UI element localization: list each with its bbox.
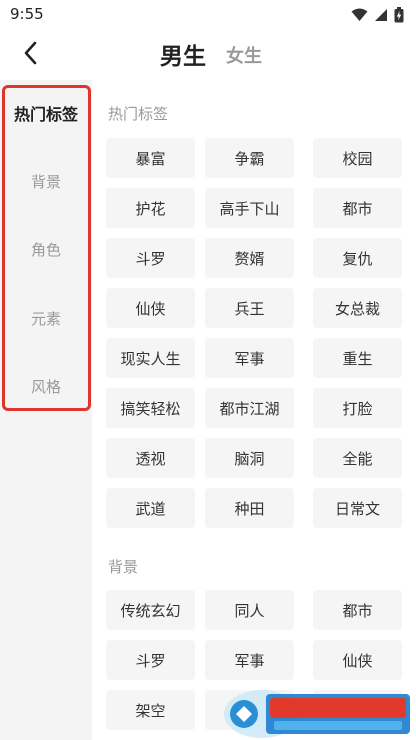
tag-chip[interactable]: 打脸 <box>313 388 402 428</box>
tag-chip[interactable]: 透视 <box>106 438 195 478</box>
tag-chip[interactable]: 斗罗 <box>106 640 195 680</box>
tag-chip[interactable]: 全能 <box>313 438 402 478</box>
tag-chip[interactable]: 搞笑轻松 <box>106 388 195 428</box>
sidebar: 热门标签 背景 角色 元素 风格 <box>0 80 92 740</box>
tag-chip[interactable]: 争霸 <box>205 138 294 178</box>
back-button[interactable] <box>16 38 46 68</box>
tag-chip[interactable]: 赘婿 <box>205 238 294 278</box>
tag-chip[interactable]: 传统玄幻 <box>106 590 195 630</box>
tag-chip[interactable]: 军事 <box>205 640 294 680</box>
tag-content: 热门标签 暴富 争霸 校园 护花 高手下山 都市 斗罗 赘婿 复仇 仙侠 兵王 女总裁 现实人生 军事 重生… <box>92 80 416 740</box>
sidebar-item-background[interactable]: 背景 <box>0 171 92 192</box>
tag-chip[interactable]: 护花 <box>106 188 195 228</box>
tag-chip[interactable]: 斗罗 <box>106 238 195 278</box>
section-title-background: 背景 <box>108 558 139 576</box>
tag-chip[interactable]: 校园 <box>313 138 402 178</box>
tag-chip[interactable]: 仙侠 <box>106 288 195 328</box>
tab-female[interactable]: 女生 <box>226 42 262 68</box>
tag-chip[interactable]: 都市 <box>313 590 402 630</box>
tag-chip[interactable]: 现实人生 <box>106 338 195 378</box>
tag-chip[interactable]: 女总裁 <box>313 288 402 328</box>
header: 男生 女生 <box>0 30 416 76</box>
wifi-icon <box>351 8 368 21</box>
tag-chip[interactable]: 暴富 <box>106 138 195 178</box>
tag-chip[interactable]: 同人 <box>205 590 294 630</box>
tag-chip[interactable] <box>205 690 294 730</box>
tag-chip[interactable]: 脑洞 <box>205 438 294 478</box>
tag-chip[interactable]: 兵王 <box>205 288 294 328</box>
tag-chip[interactable]: 军事 <box>205 338 294 378</box>
tag-chip[interactable]: 复仇 <box>313 238 402 278</box>
tag-chip[interactable]: 武道 <box>106 488 195 528</box>
status-time: 9:55 <box>10 5 44 23</box>
tag-chip[interactable]: 都市江湖 <box>205 388 294 428</box>
tag-chip[interactable]: 高手下山 <box>205 188 294 228</box>
section-title-hot-tags: 热门标签 <box>108 105 169 123</box>
sidebar-item-style[interactable]: 风格 <box>0 376 92 397</box>
tag-chip[interactable]: 都市 <box>313 188 402 228</box>
signal-icon <box>375 9 387 21</box>
sidebar-item-element[interactable]: 元素 <box>0 308 92 329</box>
tag-chip[interactable]: 重生 <box>313 338 402 378</box>
tag-chip[interactable]: 种田 <box>205 488 294 528</box>
sidebar-item-hot-tags[interactable]: 热门标签 <box>0 101 92 125</box>
sidebar-item-character[interactable]: 角色 <box>0 239 92 260</box>
tag-chip[interactable] <box>313 690 402 730</box>
tag-chip[interactable]: 架空 <box>106 690 195 730</box>
status-icons <box>351 7 404 23</box>
tag-chip[interactable]: 日常文 <box>313 488 402 528</box>
tab-male[interactable]: 男生 <box>160 37 206 71</box>
chevron-left-icon <box>24 41 37 65</box>
battery-icon <box>394 7 404 23</box>
status-bar: 9:55 <box>0 0 416 30</box>
tag-chip[interactable]: 仙侠 <box>313 640 402 680</box>
